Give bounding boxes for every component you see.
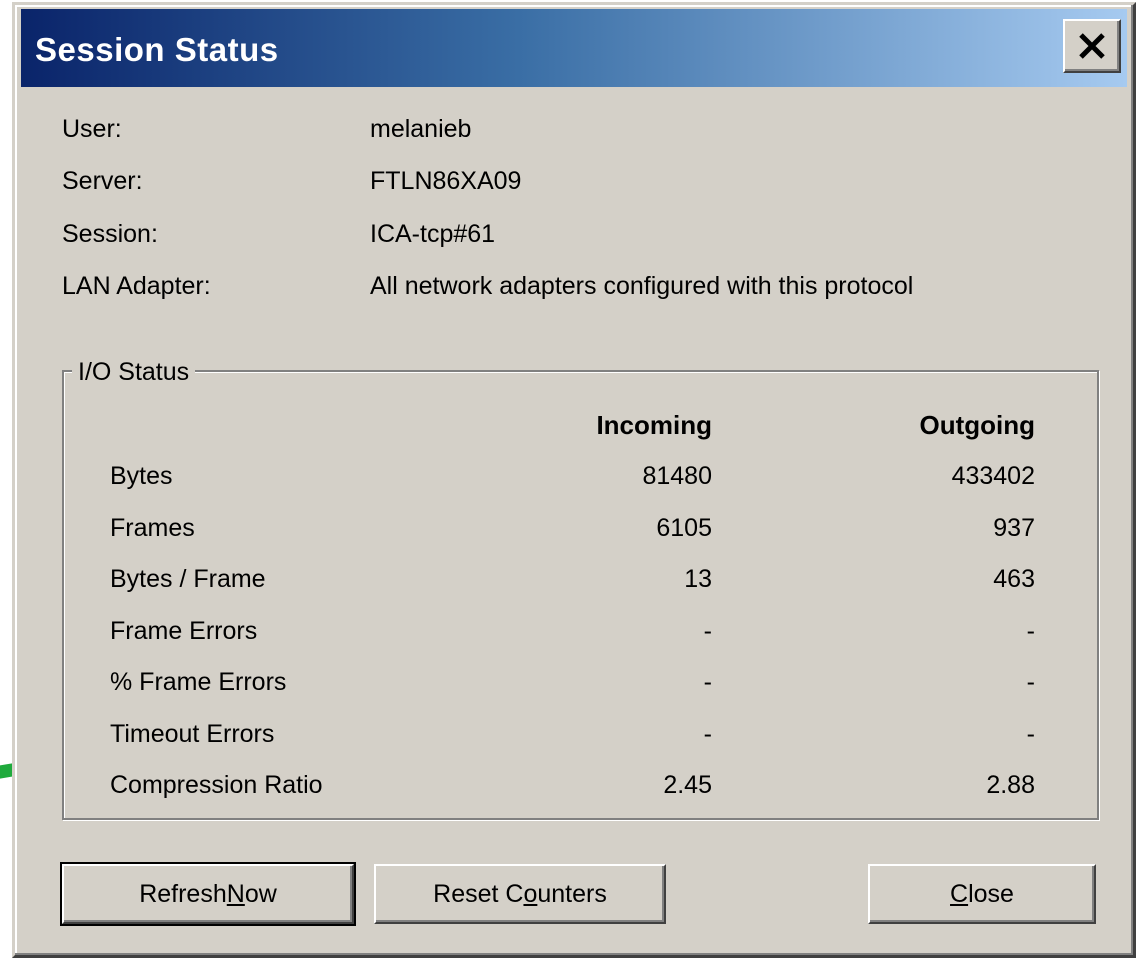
io-row-label: Frame Errors xyxy=(110,616,258,645)
user-label: User: xyxy=(62,115,122,143)
refresh-now-button[interactable]: Refresh Now xyxy=(60,862,356,926)
io-row-incoming: 13 xyxy=(684,565,712,593)
lan-adapter-label: LAN Adapter: xyxy=(62,272,211,300)
io-row-incoming: 6105 xyxy=(656,513,712,542)
close-label-key: C xyxy=(950,879,969,908)
io-row-incoming: 2.45 xyxy=(663,771,712,799)
refresh-label-key: N xyxy=(226,879,245,908)
outgoing-header: Outgoing xyxy=(919,410,1035,440)
reset-label-post: unters xyxy=(537,879,607,908)
io-status-title: I/O Status xyxy=(72,358,196,387)
io-row-outgoing: 2.88 xyxy=(986,771,1035,799)
io-row-outgoing: 433402 xyxy=(951,462,1035,490)
io-row-label: Bytes xyxy=(110,462,173,490)
session-label: Session: xyxy=(62,220,158,248)
io-row-outgoing: - xyxy=(1026,719,1035,748)
reset-label-key: o xyxy=(523,879,538,908)
io-row-outgoing: - xyxy=(1026,668,1035,696)
user-value: melanieb xyxy=(370,115,472,143)
lan-adapter-value: All network adapters configured with thi… xyxy=(370,272,914,300)
reset-counters-button[interactable]: Reset Co unters xyxy=(374,864,666,924)
close-button[interactable]: Close xyxy=(868,864,1096,924)
io-row-incoming: - xyxy=(703,719,712,748)
session-value: ICA-tcp#61 xyxy=(370,220,496,248)
refresh-label-pre: Refresh xyxy=(139,879,227,908)
io-row-label: Bytes / Frame xyxy=(110,565,266,593)
close-window-button[interactable] xyxy=(1063,19,1121,73)
io-row-incoming: - xyxy=(703,616,712,645)
io-row-label: Frames xyxy=(110,513,195,542)
io-row-outgoing: 463 xyxy=(993,565,1035,593)
io-row-incoming: - xyxy=(703,668,712,696)
close-icon xyxy=(1079,33,1105,59)
title-bar: Session Status xyxy=(21,9,1127,87)
refresh-label-post: ow xyxy=(244,879,277,908)
reset-label-pre: Reset C xyxy=(433,879,524,908)
io-row-outgoing: 937 xyxy=(993,513,1035,542)
io-row-label: Timeout Errors xyxy=(110,719,275,748)
io-row-label: Compression Ratio xyxy=(110,771,323,799)
io-row-label: % Frame Errors xyxy=(110,668,287,696)
server-value: FTLN86XA09 xyxy=(370,167,522,195)
server-label: Server: xyxy=(62,167,143,195)
incoming-header: Incoming xyxy=(596,410,712,440)
window-title: Session Status xyxy=(35,31,279,68)
io-row-outgoing: - xyxy=(1026,616,1035,645)
close-label-post: lose xyxy=(968,879,1014,908)
io-row-incoming: 81480 xyxy=(642,462,712,490)
